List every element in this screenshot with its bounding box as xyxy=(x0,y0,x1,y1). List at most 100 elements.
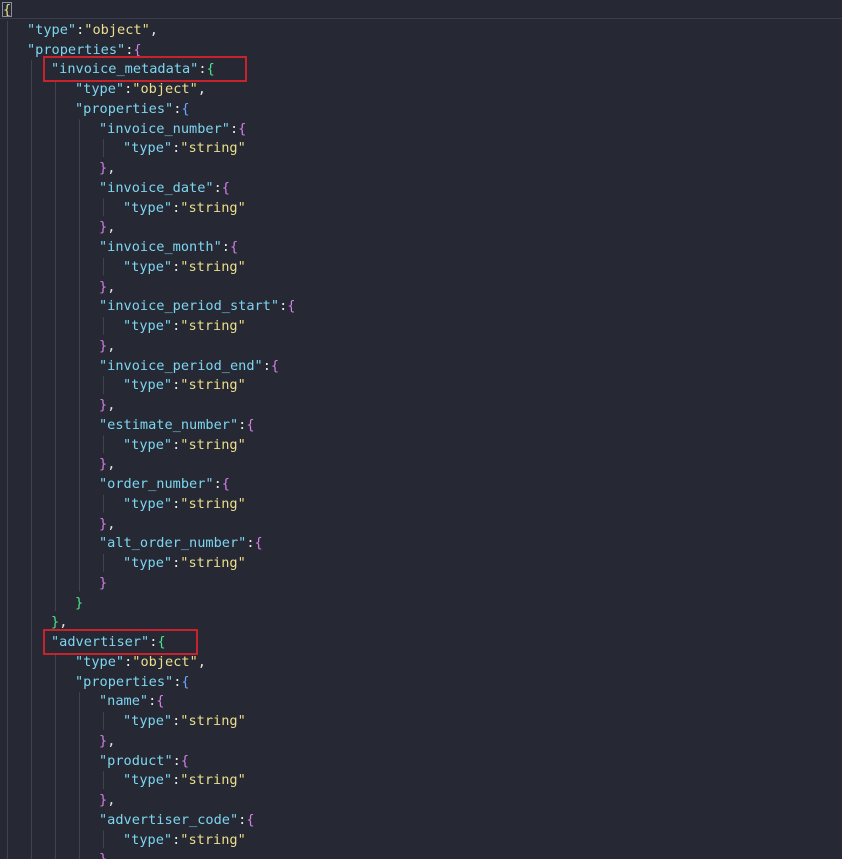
json-string: "string" xyxy=(180,713,246,729)
code-line[interactable]: "properties":{ xyxy=(75,672,190,692)
json-punctuation: , xyxy=(197,653,206,670)
json-key: "type" xyxy=(123,436,173,453)
json-key: "type" xyxy=(27,21,77,38)
json-string: "object" xyxy=(84,21,150,38)
json-bracket: } xyxy=(99,851,107,859)
code-line[interactable]: "invoice_number":{ xyxy=(99,119,246,139)
json-string: "string" xyxy=(180,555,246,571)
code-line[interactable]: "alt_order_number":{ xyxy=(99,533,263,553)
json-string: "string" xyxy=(180,436,246,453)
json-punctuation: , xyxy=(107,278,116,295)
json-bracket: { xyxy=(287,298,296,315)
json-bracket: { xyxy=(221,179,230,196)
code-line[interactable]: }, xyxy=(99,514,115,534)
json-punctuation: : xyxy=(213,179,222,196)
json-bracket: } xyxy=(51,614,60,631)
json-key: "type" xyxy=(75,653,125,670)
code-line[interactable]: "type":"string" xyxy=(123,494,246,514)
json-bracket: } xyxy=(99,337,108,354)
json-bracket: } xyxy=(99,792,108,808)
json-key: "type" xyxy=(123,140,173,157)
json-string: "object" xyxy=(132,653,198,670)
json-bracket: { xyxy=(221,476,230,492)
code-editor[interactable]: {"type":"object", "properties":{"invoice_… xyxy=(0,0,842,859)
code-line[interactable]: }, xyxy=(99,336,115,356)
code-line[interactable]: }, xyxy=(99,790,115,810)
json-bracket: { xyxy=(246,416,255,433)
code-line[interactable]: "type":"string" xyxy=(123,770,246,790)
json-punctuation: , xyxy=(107,337,116,354)
code-line[interactable]: "estimate_number":{ xyxy=(99,415,255,435)
code-line[interactable]: "properties":{ xyxy=(75,99,190,119)
json-key: "properties" xyxy=(75,673,174,690)
code-line[interactable]: "type":"string" xyxy=(123,711,246,731)
code-line[interactable]: }, xyxy=(99,158,115,178)
json-punctuation: , xyxy=(107,732,116,749)
json-punctuation: , xyxy=(107,792,116,808)
json-string: "string" xyxy=(180,318,246,334)
code-line[interactable]: "invoice_period_start":{ xyxy=(99,296,295,316)
json-bracket: } xyxy=(99,278,108,295)
code-line[interactable]: "type":"string" xyxy=(123,553,246,573)
json-key: "properties" xyxy=(27,41,126,58)
code-line[interactable]: "product":{ xyxy=(99,751,189,771)
code-line[interactable]: "advertiser_code":{ xyxy=(99,810,255,830)
json-key: "type" xyxy=(123,772,173,789)
json-key: "order_number" xyxy=(99,476,214,492)
json-key: "estimate_number" xyxy=(99,416,239,433)
json-string: "string" xyxy=(180,772,246,789)
code-line[interactable]: "invoice_date":{ xyxy=(99,178,230,198)
json-key: "type" xyxy=(123,831,173,848)
json-bracket: } xyxy=(99,515,108,532)
json-key: "invoice_month" xyxy=(99,239,222,255)
json-punctuation: , xyxy=(59,614,68,631)
json-key: "invoice_period_end" xyxy=(99,357,263,374)
code-line[interactable]: }, xyxy=(99,395,115,415)
json-punctuation: : xyxy=(172,752,181,769)
code-line[interactable]: "type":"string" xyxy=(123,198,246,218)
text-cursor xyxy=(2,2,12,17)
code-line[interactable]: } xyxy=(99,849,107,859)
code-line[interactable]: "type":"string" xyxy=(123,435,246,455)
json-bracket: { xyxy=(133,41,142,58)
code-line[interactable]: "invoice_period_end":{ xyxy=(99,356,279,376)
json-key: "type" xyxy=(123,713,173,729)
json-key: "advertiser_code" xyxy=(99,811,239,828)
code-line[interactable]: }, xyxy=(99,731,115,751)
code-line[interactable]: "name":{ xyxy=(99,691,164,711)
json-punctuation: : xyxy=(221,239,230,255)
json-punctuation: , xyxy=(107,160,116,176)
json-punctuation: , xyxy=(197,81,206,97)
code-line[interactable]: "type":"string" xyxy=(123,316,246,336)
json-punctuation: , xyxy=(107,397,116,413)
code-line[interactable]: "type":"string" xyxy=(123,257,246,277)
code-line[interactable]: } xyxy=(99,573,107,593)
json-key: "type" xyxy=(75,81,125,97)
json-key: "type" xyxy=(123,258,173,275)
code-line[interactable]: "type":"string" xyxy=(123,830,246,850)
json-string: "string" xyxy=(180,140,246,157)
code-line[interactable]: "type":"string" xyxy=(123,375,246,395)
json-bracket: } xyxy=(75,594,84,611)
json-key: "invoice_number" xyxy=(99,120,230,137)
json-punctuation: : xyxy=(262,357,271,374)
json-bracket: { xyxy=(270,357,280,374)
json-key: "product" xyxy=(99,752,173,769)
json-key: "properties" xyxy=(75,100,174,117)
code-line[interactable]: }, xyxy=(99,277,115,297)
json-string: "string" xyxy=(180,831,246,848)
json-key: "type" xyxy=(123,318,173,334)
json-bracket: } xyxy=(99,219,108,236)
code-line[interactable]: "type":"object", xyxy=(27,20,158,40)
json-key: "type" xyxy=(123,199,173,216)
code-line[interactable]: } xyxy=(75,593,83,613)
json-key: "alt_order_number" xyxy=(99,535,247,552)
json-punctuation: , xyxy=(107,515,116,532)
code-line[interactable]: }, xyxy=(99,217,115,237)
json-punctuation: : xyxy=(229,120,239,137)
code-line[interactable]: "invoice_month":{ xyxy=(99,237,238,257)
highlight-box xyxy=(43,629,198,655)
code-line[interactable]: "order_number":{ xyxy=(99,474,230,494)
code-line[interactable]: }, xyxy=(99,454,115,474)
code-line[interactable]: "type":"string" xyxy=(123,138,246,158)
